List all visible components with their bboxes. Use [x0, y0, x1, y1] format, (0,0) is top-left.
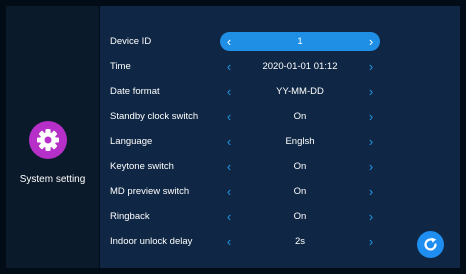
chevron-left-icon[interactable]: ‹ [221, 107, 237, 126]
chevron-left-icon[interactable]: ‹ [221, 232, 237, 251]
setting-row[interactable]: MD preview switch ‹ On › [100, 180, 460, 205]
setting-value: 1 [297, 36, 303, 47]
chevron-left-icon[interactable]: ‹ [221, 57, 237, 76]
setting-label: Standby clock switch [110, 111, 199, 122]
value-selector: ‹ 2s › [220, 232, 380, 251]
setting-label: Language [110, 136, 153, 147]
chevron-right-icon[interactable]: › [363, 32, 379, 51]
settings-screen: System setting Device ID ‹ 1 › Time ‹ 2020-01-… [0, 0, 466, 274]
setting-value: On [293, 186, 307, 197]
chevron-left-icon[interactable]: ‹ [221, 182, 237, 201]
refresh-button[interactable] [417, 231, 444, 258]
setting-label: Time [110, 61, 131, 72]
setting-row[interactable]: Keytone switch ‹ On › [100, 155, 460, 180]
system-setting-button[interactable] [29, 121, 67, 159]
chevron-right-icon[interactable]: › [363, 232, 379, 251]
setting-label: Device ID [110, 36, 152, 47]
chevron-left-icon[interactable]: ‹ [221, 132, 237, 151]
chevron-right-icon[interactable]: › [363, 207, 379, 226]
gear-icon [37, 129, 59, 151]
setting-value: On [293, 211, 307, 222]
settings-panel: Device ID ‹ 1 › Time ‹ 2020-01-01 01:12 › Date f… [100, 6, 460, 268]
chevron-right-icon[interactable]: › [363, 157, 379, 176]
setting-label: Ringback [110, 211, 150, 222]
value-selector: ‹ On › [220, 107, 380, 126]
setting-row[interactable]: Time ‹ 2020-01-01 01:12 › [100, 55, 460, 80]
setting-value: Englsh [285, 136, 315, 147]
setting-row[interactable]: Ringback ‹ On › [100, 205, 460, 230]
setting-value: On [293, 161, 307, 172]
chevron-left-icon[interactable]: ‹ [221, 82, 237, 101]
setting-value: YY-MM-DD [276, 86, 324, 97]
chevron-left-icon[interactable]: ‹ [221, 207, 237, 226]
setting-label: Keytone switch [110, 161, 174, 172]
setting-value: On [293, 111, 307, 122]
value-selector: ‹ YY-MM-DD › [220, 82, 380, 101]
sidebar: System setting [6, 6, 99, 268]
value-selector: ‹ On › [220, 182, 380, 201]
chevron-right-icon[interactable]: › [363, 182, 379, 201]
value-selector: ‹ On › [220, 157, 380, 176]
chevron-right-icon[interactable]: › [363, 82, 379, 101]
chevron-left-icon[interactable]: ‹ [221, 32, 237, 51]
setting-label: Date format [110, 86, 160, 97]
chevron-right-icon[interactable]: › [363, 107, 379, 126]
chevron-right-icon[interactable]: › [363, 132, 379, 151]
chevron-right-icon[interactable]: › [363, 57, 379, 76]
setting-row[interactable]: Device ID ‹ 1 › [100, 30, 460, 55]
setting-value: 2020-01-01 01:12 [262, 61, 338, 72]
setting-row[interactable]: Date format ‹ YY-MM-DD › [100, 80, 460, 105]
setting-label: Indoor unlock delay [110, 236, 193, 247]
value-selector: ‹ On › [220, 207, 380, 226]
chevron-left-icon[interactable]: ‹ [221, 157, 237, 176]
setting-row[interactable]: Standby clock switch ‹ On › [100, 105, 460, 130]
setting-label: MD preview switch [110, 186, 190, 197]
setting-row[interactable]: Indoor unlock delay ‹ 2s › [100, 230, 460, 255]
system-setting-label: System setting [19, 174, 86, 185]
refresh-icon [424, 237, 437, 251]
value-selector: ‹ Englsh › [220, 132, 380, 151]
value-selector: ‹ 1 › [220, 32, 380, 51]
setting-row[interactable]: Language ‹ Englsh › [100, 130, 460, 155]
setting-value: 2s [294, 236, 306, 247]
value-selector: ‹ 2020-01-01 01:12 › [220, 57, 380, 76]
